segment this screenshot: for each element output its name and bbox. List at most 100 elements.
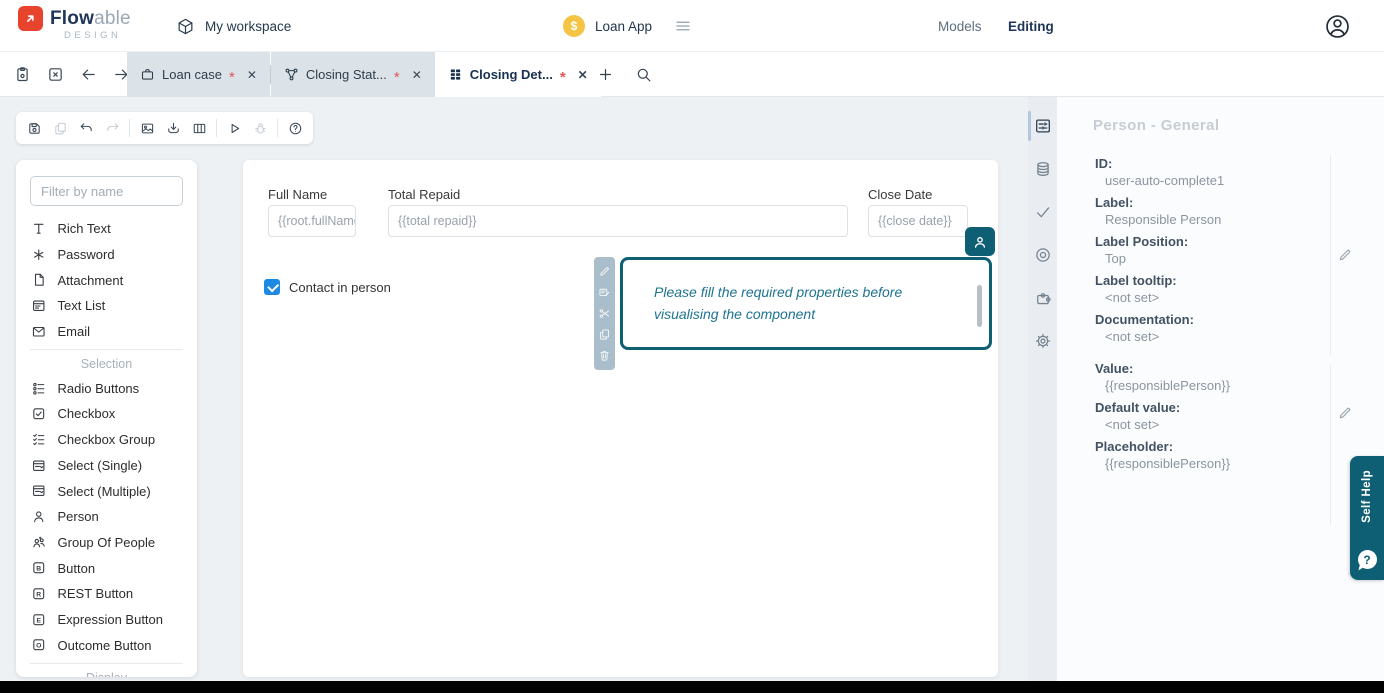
play-button[interactable] (221, 115, 247, 141)
state-diagram-icon (284, 67, 299, 82)
search-button[interactable] (635, 66, 652, 83)
note-edit-button[interactable] (598, 286, 611, 299)
form-properties-tab[interactable] (1028, 117, 1057, 135)
edit-value-pencil-icon[interactable] (1337, 405, 1353, 421)
arrow-left-button[interactable] (80, 66, 97, 83)
property-label: Label: (1095, 194, 1320, 211)
tab-loan-case[interactable]: Loan case*✕ (127, 52, 270, 97)
checkbox-group-icon (31, 432, 47, 448)
field-input-total-repaid[interactable]: {{total repaid}} (388, 205, 848, 237)
scissors-button[interactable] (598, 307, 611, 320)
tab-close-icon[interactable]: ✕ (247, 68, 257, 82)
dirty-indicator: * (560, 69, 566, 86)
field-input-close-date[interactable]: {{close date}} (868, 205, 968, 237)
user-avatar[interactable] (1324, 13, 1351, 40)
palette-item-rest-button[interactable]: REST Button (16, 581, 197, 607)
palette-item-expression-button[interactable]: Expression Button (16, 607, 197, 633)
palette-item-group-of-people[interactable]: Group Of People (16, 530, 197, 556)
panel-tab-strip (1028, 97, 1057, 681)
palette-item-label: Select (Multiple) (58, 484, 151, 499)
check-tab[interactable] (1028, 203, 1057, 221)
palette-item-checkbox-group[interactable]: Checkbox Group (16, 427, 197, 453)
palette-item-password[interactable]: Password (16, 242, 197, 268)
select-single-icon (31, 458, 47, 474)
nav-models[interactable]: Models (938, 0, 982, 52)
main-area: Rich TextPassword Attachment Text ListEmai… (0, 97, 1384, 681)
palette-item-text-list[interactable]: Text List (16, 293, 197, 319)
selected-person-widget[interactable]: Please fill the required properties befo… (620, 257, 992, 350)
group-of-people-icon (31, 535, 47, 551)
close-all-button[interactable] (47, 66, 64, 83)
flowable-logo: Flowable DESIGN (18, 6, 131, 41)
play-icon (227, 121, 242, 136)
property-value: Responsible Person (1095, 211, 1320, 228)
puzzle-tab[interactable] (1028, 289, 1057, 307)
eye-icon (1034, 246, 1052, 264)
import-button[interactable] (160, 115, 186, 141)
trash-button[interactable] (598, 349, 611, 362)
save-button[interactable] (21, 115, 47, 141)
palette-item-email[interactable]: Email (16, 319, 197, 345)
help-button[interactable] (282, 115, 308, 141)
tab-close-icon[interactable]: ✕ (412, 68, 422, 82)
property-label: ID: (1095, 155, 1320, 172)
palette-item-label: Attachment (58, 273, 124, 288)
tab-closing-det[interactable]: Closing Det...*✕ (435, 52, 601, 97)
palette-item-select-single[interactable]: Select (Single) (16, 453, 197, 479)
duplicate-button[interactable] (598, 328, 611, 341)
form-canvas: Full Name {{root.fullName}} Total Repaid… (243, 160, 998, 677)
filter-input[interactable] (30, 176, 183, 206)
palette-item-checkbox[interactable]: Checkbox (16, 401, 197, 427)
hamburger-menu-icon[interactable] (674, 17, 692, 35)
edit-general-pencil-icon[interactable] (1337, 247, 1353, 263)
redo-button[interactable] (99, 115, 125, 141)
tab-close-icon[interactable]: ✕ (578, 68, 588, 82)
palette-item-label: Group Of People (58, 535, 156, 550)
widget-scrollbar-thumb[interactable] (977, 285, 982, 327)
property-label: Documentation: (1095, 311, 1320, 328)
app-switcher[interactable]: $ Loan App (563, 0, 692, 52)
widget-toolbar (594, 257, 615, 370)
contact-checkbox[interactable] (264, 279, 280, 295)
checkbox-icon (31, 406, 47, 422)
self-help-button[interactable]: Self Help ? (1350, 456, 1384, 580)
database-tab[interactable] (1028, 160, 1057, 178)
palette-item-radio-buttons[interactable]: Radio Buttons (16, 375, 197, 401)
debug-button[interactable] (247, 115, 273, 141)
prop-group-divider-2 (1330, 365, 1331, 525)
property-label: Label Position: (1095, 233, 1320, 250)
palette-item-select-multiple[interactable]: Select (Multiple) (16, 478, 197, 504)
pencil-button[interactable] (598, 265, 611, 278)
eye-tab[interactable] (1028, 246, 1057, 264)
workspace-selector[interactable]: My workspace (176, 0, 291, 52)
component-palette: Rich TextPassword Attachment Text ListEmai… (16, 160, 197, 677)
property-label: Value: (1095, 360, 1320, 377)
columns-button[interactable] (186, 115, 212, 141)
tab-label: Closing Stat... (306, 67, 387, 82)
property-label: Label tooltip: (1095, 272, 1320, 289)
form-icon (448, 67, 463, 82)
save-icon (27, 121, 42, 136)
field-input-full-name[interactable]: {{root.fullName}} (268, 205, 356, 237)
palette-item-label: Outcome Button (58, 638, 152, 653)
person-badge-icon (972, 234, 988, 250)
window-buttons (14, 52, 130, 97)
copy-button[interactable] (47, 115, 73, 141)
palette-item-outcome-button[interactable]: Outcome Button (16, 632, 197, 658)
nav-editing[interactable]: Editing (1008, 0, 1054, 52)
undo-button[interactable] (73, 115, 99, 141)
plus-button[interactable] (597, 66, 614, 83)
palette-item-attachment[interactable]: Attachment (16, 267, 197, 293)
database-icon (1034, 160, 1052, 178)
gear-tab[interactable] (1028, 332, 1057, 350)
field-label-full-name: Full Name (268, 187, 327, 202)
palette-section-display: Display (30, 663, 183, 677)
palette-item-person[interactable]: Person (16, 504, 197, 530)
image-button[interactable] (134, 115, 160, 141)
tab-closing-stat[interactable]: Closing Stat...*✕ (271, 52, 435, 97)
palette-item-button[interactable]: Button (16, 555, 197, 581)
palette-item-rich-text[interactable]: Rich Text (16, 216, 197, 242)
property-value: {{responsiblePerson}} (1095, 377, 1320, 394)
question-bubble-icon: ? (1358, 550, 1377, 569)
save-all-button[interactable] (14, 66, 31, 83)
